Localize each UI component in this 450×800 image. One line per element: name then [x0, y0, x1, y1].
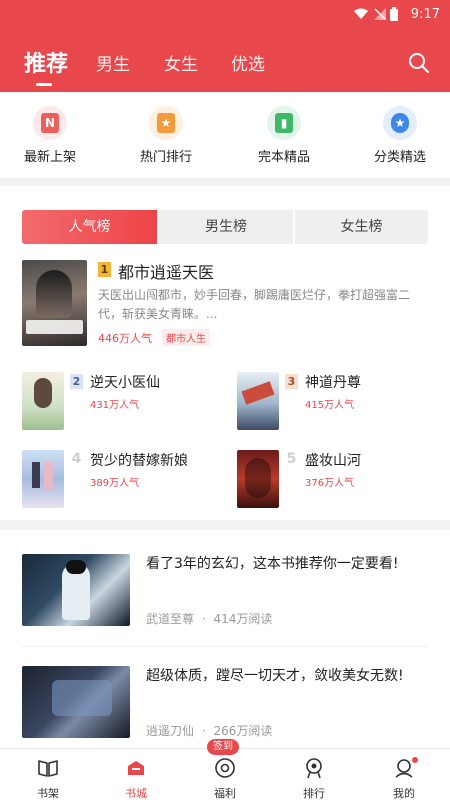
bookshelf-icon — [38, 760, 58, 777]
ranking-tab-female[interactable]: 女生榜 — [295, 210, 428, 244]
no-signal-icon — [374, 8, 386, 20]
book-cover — [22, 260, 87, 346]
nav-profile[interactable]: 我的 — [374, 749, 434, 800]
book-cover — [237, 372, 279, 430]
nav-ranking[interactable]: 排行 — [284, 749, 344, 800]
bottom-nav: 书架 书城 福利 签到 排行 我的 — [0, 739, 450, 800]
article-thumbnail — [22, 554, 130, 626]
ranking-icon — [306, 758, 322, 779]
article-thumbnail — [22, 666, 130, 738]
tab-recommend[interactable]: 推荐 — [24, 46, 69, 86]
book-popularity: 376万人气 — [305, 478, 355, 489]
article-reads: 266万阅读 — [213, 724, 273, 738]
genre-tag: 都市人生 — [162, 329, 210, 346]
nav-bookshelf[interactable]: 书架 — [18, 749, 78, 800]
quick-nav-category[interactable]: ★ 分类精选 — [350, 106, 450, 165]
rank-badge: 5 — [286, 451, 297, 467]
new-shelf-glyph: N — [41, 113, 59, 133]
ranking-tab-male[interactable]: 男生榜 — [159, 210, 293, 244]
book-title: 神道丹尊 — [305, 375, 361, 391]
nav-label: 书架 — [37, 787, 59, 800]
tab-label: 优选 — [231, 55, 265, 75]
ranking-tab-popular[interactable]: 人气榜 — [22, 210, 157, 244]
quick-nav: N 最新上架 ★ 热门排行 ▮ 完本精品 ★ 分类精选 — [0, 92, 450, 178]
nav-label: 书城 — [125, 787, 147, 800]
top-header: 推荐 男生 女生 优选 — [0, 32, 450, 92]
search-icon[interactable] — [408, 52, 430, 74]
article-author: 逍遥刀仙 — [146, 724, 195, 738]
rank-badge: 2 — [70, 374, 83, 389]
rank-badge: 4 — [71, 451, 82, 467]
active-tab-indicator — [36, 83, 52, 86]
ranking-section: 人气榜 男生榜 女生榜 1 都市逍遥天医 天医出山闯都市，妙手回春，脚踢庸医烂仔… — [0, 186, 450, 520]
tab-selected[interactable]: 优选 — [231, 50, 265, 75]
book-popularity: 446万人气 — [98, 332, 152, 345]
tab-female[interactable]: 女生 — [164, 50, 198, 75]
book-cover — [22, 450, 64, 508]
status-time: 9:17 — [410, 7, 440, 22]
checkin-badge[interactable]: 签到 — [207, 739, 239, 755]
category-glyph: ★ — [391, 113, 409, 133]
ranking-tabs: 人气榜 男生榜 女生榜 — [22, 210, 428, 244]
tab-label: 女生 — [164, 55, 198, 75]
nav-label: 福利 — [214, 787, 236, 800]
book-popularity: 415万人气 — [305, 400, 355, 411]
nav-bookstore[interactable]: 书城 — [106, 749, 166, 800]
article-title: 超级体质，蹚尽一切天才，敛收美女无数! — [146, 668, 404, 684]
nav-label: 排行 — [303, 787, 325, 800]
book-cover — [237, 450, 279, 508]
hot-rank-icon: ★ — [149, 106, 183, 140]
hot-rank-glyph: ★ — [157, 113, 175, 133]
new-shelf-icon: N — [33, 106, 67, 140]
book-title: 逆天小医仙 — [90, 375, 160, 391]
article-list: 看了3年的玄幻，这本书推荐你一定要看! 武道至尊 · 414万阅读 超级体质，蹚… — [0, 530, 450, 748]
wifi-icon — [354, 8, 368, 19]
quick-nav-label: 最新上架 — [23, 150, 76, 165]
book-popularity: 389万人气 — [90, 478, 140, 489]
book-title: 盛妆山河 — [305, 453, 361, 469]
category-icon: ★ — [383, 106, 417, 140]
article-meta: 武道至尊 · 414万阅读 — [146, 610, 272, 627]
book-cover — [22, 372, 64, 430]
quick-nav-label: 完本精品 — [257, 150, 310, 165]
notification-dot — [412, 757, 418, 763]
book-popularity: 431万人气 — [90, 400, 140, 411]
quick-nav-new[interactable]: N 最新上架 — [0, 106, 100, 165]
welfare-icon — [215, 758, 235, 778]
completed-book-glyph: ▮ — [275, 113, 293, 133]
book-title: 都市逍遥天医 — [118, 263, 215, 282]
separator: · — [201, 612, 206, 626]
tab-label: 推荐 — [24, 52, 69, 77]
nav-label: 我的 — [393, 787, 415, 800]
rank-badge: 1 — [98, 262, 111, 277]
battery-icon — [390, 7, 398, 21]
article-meta: 逍遥刀仙 · 266万阅读 — [146, 722, 272, 739]
article-author: 武道至尊 — [146, 612, 195, 626]
quick-nav-completed[interactable]: ▮ 完本精品 — [234, 106, 334, 165]
quick-nav-label: 分类精选 — [373, 150, 426, 165]
book-title: 贺少的替嫁新娘 — [90, 453, 188, 469]
quick-nav-hot[interactable]: ★ 热门排行 — [116, 106, 216, 165]
article-title: 看了3年的玄幻，这本书推荐你一定要看! — [146, 556, 399, 572]
tab-male[interactable]: 男生 — [96, 50, 130, 75]
article-reads: 414万阅读 — [213, 612, 273, 626]
separator: · — [201, 724, 206, 738]
completed-book-icon: ▮ — [267, 106, 301, 140]
bookstore-icon — [128, 761, 144, 775]
divider — [22, 646, 428, 647]
status-bar: 9:17 — [0, 0, 450, 32]
quick-nav-label: 热门排行 — [139, 150, 192, 165]
nav-welfare[interactable]: 福利 签到 — [195, 739, 255, 800]
tab-label: 男生 — [96, 55, 130, 75]
book-description: 天医出山闯都市，妙手回春，脚踢庸医烂仔，拳打超强富二代，斩获美女青睐。... — [98, 288, 411, 321]
rank-badge: 3 — [285, 374, 298, 389]
